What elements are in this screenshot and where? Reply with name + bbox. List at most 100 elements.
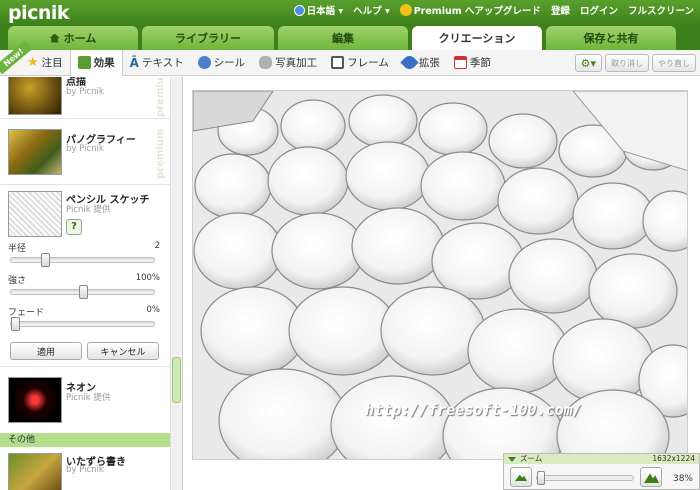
subnav-effects[interactable]: 効果 [69,49,123,76]
undo-button[interactable]: 取り消し [605,54,649,72]
frame-icon [331,56,345,69]
premium-sun-icon [399,4,412,16]
register-link[interactable]: 登録 [551,3,570,17]
section-header-other: その他 [0,433,170,447]
tab-create-label: クリエーション [438,32,516,45]
help-menu[interactable]: ヘルプ ▾ [353,3,390,17]
apply-button[interactable]: 適用 [10,342,82,360]
zoom-header[interactable]: ズーム 1632x1224 [504,454,699,464]
zoom-label: ズーム [520,454,543,463]
tomato-shape [431,222,525,300]
zoom-in-button[interactable] [640,467,662,487]
redo-button[interactable]: やり直し [652,54,696,72]
globe-icon [293,5,305,16]
effect-author: by Picnik [66,144,104,154]
tomato-shape [588,253,678,329]
radius-value: 2 [154,241,160,251]
tab-edit-label: 編集 [332,32,354,45]
rocket-icon [400,53,419,72]
text-icon: Ā [129,55,139,70]
subnav-stickers[interactable]: シール [191,50,253,76]
subnav-seasonal[interactable]: 季節 [447,50,498,76]
mountain-large-icon [644,473,659,483]
login-link[interactable]: ログイン [580,3,618,17]
tab-library[interactable]: ライブラリー [142,26,274,50]
tab-edit[interactable]: 編集 [278,26,408,50]
home-icon [49,33,60,43]
effect-author: Picnik 提供 [66,205,111,215]
subnav-frames[interactable]: フレーム [324,50,396,76]
effect-thumbnail [8,129,62,175]
tomato-shape [497,167,579,235]
canvas-area: http://freesoft-100.com/ [184,77,700,490]
subnav-touchup[interactable]: 写真加工 [252,50,324,76]
tomato-shape [267,146,349,216]
language-label: 日本語 ▾ [306,6,344,17]
premium-upgrade-label: Premium へアップグレード [413,6,541,17]
zoom-out-button[interactable] [510,467,532,487]
tomato-shape [345,141,431,211]
tomato-shape [572,182,654,250]
effects-scrollbar[interactable] [170,77,182,490]
subnav-seasonal-label: 季節 [469,57,491,69]
subnav-touchup-label: 写真加工 [275,57,318,69]
radius-slider[interactable] [10,253,155,267]
smiley-icon [197,56,211,69]
tab-save-share[interactable]: 保存と共有 [546,26,676,50]
image-dimensions: 1632x1224 [652,454,695,463]
zoom-slider[interactable] [536,471,634,485]
effect-item-panography[interactable]: パノグラフィー by Picnik premium [0,119,170,185]
subnav-extensions[interactable]: 拡張 [396,50,447,76]
settings-button[interactable]: ⚙▾ [574,54,602,72]
strength-slider-knob[interactable] [79,285,88,299]
tomato-shape [418,102,488,156]
effect-thumbnail[interactable] [8,191,62,237]
radius-slider-knob[interactable] [40,253,50,267]
zoom-panel: ズーム 1632x1224 38% [503,453,700,490]
tomato-shape [194,153,272,219]
radius-label: 半径 [8,244,27,254]
help-button[interactable]: ? [66,219,82,235]
tomato-shape [508,238,598,314]
effect-thumbnail [8,453,62,490]
subnav-text-label: テキスト [141,57,184,69]
fade-value: 0% [146,305,161,315]
subnav-featured[interactable]: ★ 注目 [20,50,70,76]
toolbar-right-buttons: ⚙▾ 取り消し やり直し [574,54,696,72]
premium-badge: premium [155,128,166,179]
effects-icon [77,56,91,69]
effect-item-pointillism[interactable]: 点描 by Picnik premium [0,77,170,119]
star-icon: ★ [27,55,39,70]
premium-upgrade-link[interactable]: Premium へアップグレード [399,3,541,17]
strength-value: 100% [135,273,160,283]
zoom-slider-knob[interactable] [537,471,545,485]
subnav-frames-label: フレーム [347,57,389,69]
collapse-triangle-icon [508,457,516,462]
gear-icon: ⚙▾ [580,56,596,70]
tab-create[interactable]: クリエーション [412,26,542,50]
calendar-icon [453,56,467,69]
subnav-text[interactable]: Ā テキスト [123,50,191,76]
tomato-shape [280,99,346,153]
effect-item-neon[interactable]: ネオン Picnik 提供 [0,367,170,433]
tomato-shape [348,94,418,148]
tab-home-label: ホーム [63,32,97,45]
subnav-effects-label: 効果 [93,57,115,69]
effect-thumbnail [8,377,62,423]
touchup-icon [259,56,273,69]
strength-slider[interactable] [10,285,155,299]
top-bar: picnik 日本語 ▾ ヘルプ ▾ Premium へアップグレード 登録 ロ… [0,0,700,26]
language-menu[interactable]: 日本語 ▾ [293,3,344,17]
fade-slider[interactable] [10,317,155,331]
fullscreen-link[interactable]: フルスクリーン [628,3,694,17]
cancel-button[interactable]: キャンセル [87,342,159,360]
picnik-logo[interactable]: picnik [8,2,70,24]
fade-slider-knob[interactable] [11,317,20,331]
zoom-percent: 38% [672,474,693,484]
effect-author: by Picnik [66,87,104,97]
main-tabs: ホーム ライブラリー 編集 クリエーション 保存と共有 [0,26,700,50]
effects-panel: 点描 by Picnik premium パノグラフィー by Picnik p… [0,77,183,490]
effects-scrollbar-thumb[interactable] [172,357,181,403]
photo-canvas[interactable]: http://freesoft-100.com/ [192,90,688,460]
effect-item-doodle[interactable]: いたずら書き by Picnik [0,447,170,490]
